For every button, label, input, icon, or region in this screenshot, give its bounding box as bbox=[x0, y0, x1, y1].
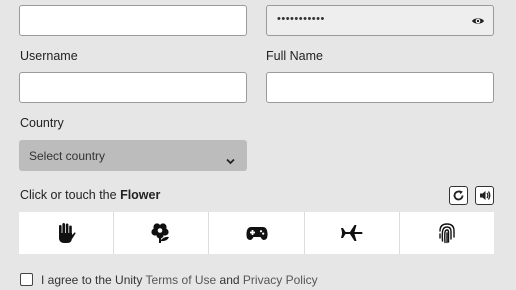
agree-checkbox[interactable] bbox=[20, 273, 33, 286]
username-label: Username bbox=[20, 49, 78, 63]
terms-of-use-link[interactable]: Terms of Use bbox=[146, 273, 217, 287]
captcha-option-hand[interactable] bbox=[19, 212, 115, 254]
fullname-field[interactable] bbox=[266, 72, 494, 103]
captcha-prompt: Click or touch the Flower bbox=[20, 188, 160, 202]
captcha-option-airplane[interactable] bbox=[305, 212, 400, 254]
country-label: Country bbox=[20, 116, 64, 130]
hand-icon bbox=[59, 223, 76, 243]
captcha-icon-row bbox=[19, 212, 494, 254]
chevron-down-icon bbox=[226, 152, 235, 165]
agree-and: and bbox=[219, 273, 240, 287]
fingerprint-icon bbox=[439, 223, 455, 244]
refresh-icon bbox=[453, 190, 464, 201]
captcha-option-flower[interactable] bbox=[114, 212, 210, 254]
audio-icon bbox=[480, 191, 491, 200]
fullname-label: Full Name bbox=[266, 49, 323, 63]
country-select-value: Select country bbox=[29, 149, 106, 163]
captcha-option-gamepad[interactable] bbox=[209, 212, 305, 254]
privacy-policy-link[interactable]: Privacy Policy bbox=[243, 273, 318, 287]
username-field[interactable] bbox=[19, 72, 247, 103]
agree-text: I agree to the Unity Terms of Use and Pr… bbox=[41, 273, 318, 287]
agree-text-start: I agree to the Unity bbox=[41, 273, 143, 287]
country-select[interactable]: Select country bbox=[19, 140, 247, 171]
captcha-audio-button[interactable] bbox=[475, 186, 494, 205]
password-field[interactable]: ••••••••••• bbox=[266, 5, 494, 36]
captcha-prompt-prefix: Click or touch the bbox=[20, 188, 117, 202]
captcha-refresh-button[interactable] bbox=[449, 186, 468, 205]
airplane-icon bbox=[340, 225, 363, 241]
eye-icon[interactable] bbox=[471, 14, 485, 26]
password-field-value: ••••••••••• bbox=[277, 13, 325, 25]
captcha-option-fingerprint[interactable] bbox=[400, 212, 494, 254]
flower-icon bbox=[151, 223, 170, 243]
email-field[interactable] bbox=[19, 5, 247, 36]
gamepad-icon bbox=[245, 227, 268, 240]
captcha-prompt-target: Flower bbox=[120, 188, 161, 202]
